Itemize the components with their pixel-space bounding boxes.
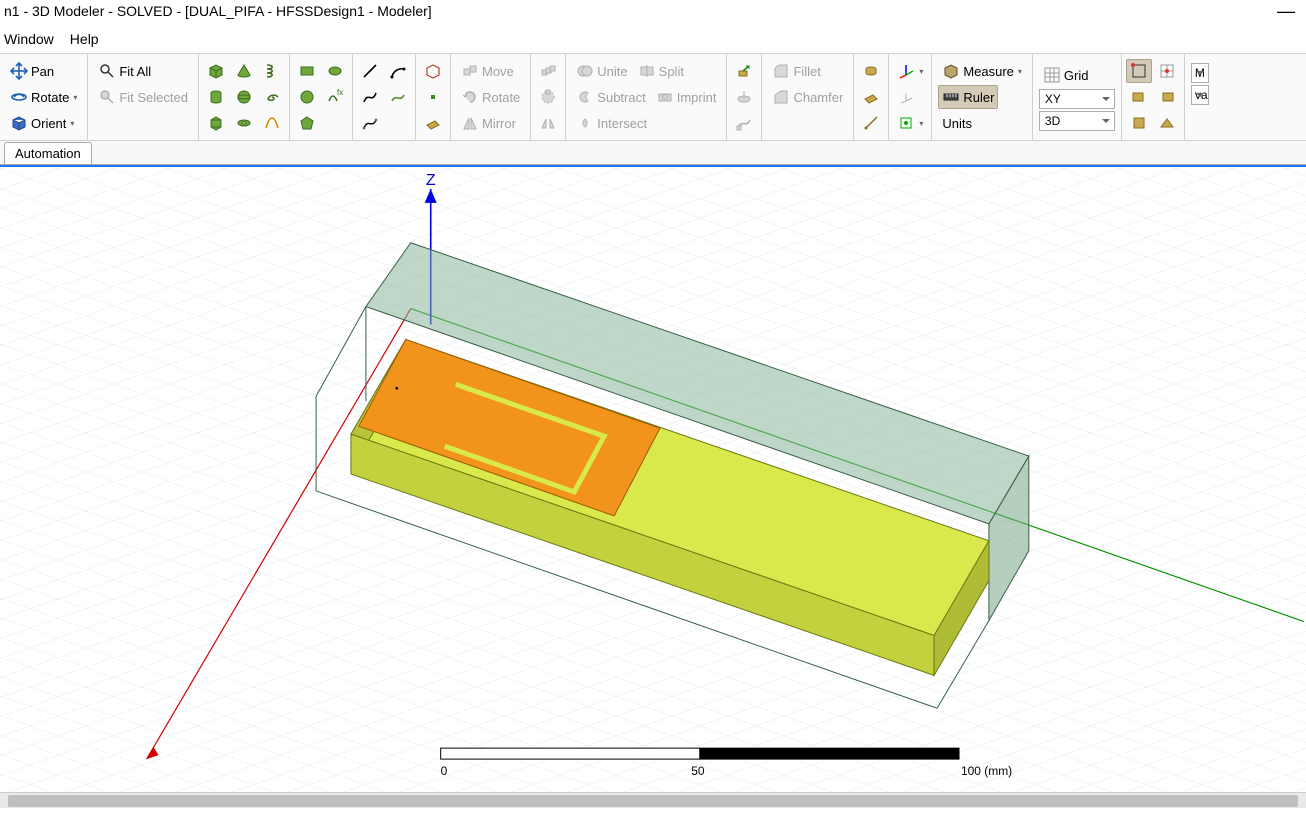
helix-icon[interactable] (259, 59, 285, 83)
duplicate-around-axis-icon[interactable] (535, 85, 561, 109)
sweep-along-vector-icon[interactable] (731, 59, 757, 83)
face-cs-icon[interactable]: ▾ (893, 111, 927, 135)
spiral-icon[interactable] (259, 85, 285, 109)
window-minimize-icon[interactable]: — (1266, 0, 1306, 25)
tab-bar: Automation (0, 141, 1306, 165)
equation-curve-icon[interactable]: fx (322, 85, 348, 109)
chamfer-icon (772, 88, 790, 106)
unite-icon (576, 62, 594, 80)
duplicate-along-line-icon[interactable] (535, 59, 561, 83)
mirror-icon (461, 114, 479, 132)
snap-center-icon[interactable] (1126, 111, 1152, 135)
snap-edge-icon[interactable] (1126, 85, 1152, 109)
svg-text:50: 50 (691, 764, 705, 778)
split-icon (638, 62, 656, 80)
cone-icon[interactable] (231, 59, 257, 83)
svg-text:100 (mm): 100 (mm) (961, 764, 1012, 778)
imprint-icon (656, 88, 674, 106)
polygon-icon[interactable] (294, 111, 320, 135)
fit-all-button[interactable]: Fit All (94, 59, 155, 83)
pan-button[interactable]: Pan (6, 59, 58, 83)
imprint-button[interactable]: Imprint (652, 85, 721, 109)
unite-button[interactable]: Unite (572, 59, 631, 83)
grid-icon (1043, 66, 1061, 84)
torus-icon[interactable] (231, 111, 257, 135)
measure-icon (942, 62, 960, 80)
rotate-cmd-icon (461, 88, 479, 106)
ruler-button[interactable]: Ruler (938, 85, 998, 109)
rotate-icon (10, 88, 28, 106)
chamfer-button[interactable]: Chamfer (768, 85, 847, 109)
snap-vertex-icon[interactable] (1126, 59, 1152, 83)
coordinate-system-icon[interactable]: ▾ (893, 59, 927, 83)
grid-button[interactable]: Grid (1039, 63, 1093, 87)
axis-z-label: Z (426, 172, 436, 189)
point-icon[interactable] (357, 111, 383, 135)
sweep-along-path-icon[interactable] (731, 111, 757, 135)
box-m[interactable]: M (1191, 63, 1209, 83)
fit-selected-button[interactable]: Fit Selected (94, 85, 192, 109)
fillet-icon (772, 62, 790, 80)
snap-face-icon[interactable] (1154, 85, 1180, 109)
split-button[interactable]: Split (634, 59, 688, 83)
orient-icon (10, 114, 28, 132)
measure-button[interactable]: Measure▾ (938, 59, 1026, 83)
sweep-around-axis-icon[interactable] (731, 85, 757, 109)
mirror-button[interactable]: Mirror (457, 111, 520, 135)
ellipse-icon[interactable] (322, 59, 348, 83)
intersect-icon (576, 114, 594, 132)
ruler-icon (942, 88, 960, 106)
subtract-button[interactable]: Subtract (572, 85, 649, 109)
plane-select[interactable]: XY (1039, 89, 1115, 109)
wrap-sheet-icon[interactable] (858, 85, 884, 109)
point-small-icon[interactable] (420, 85, 446, 109)
cylinder-icon[interactable] (203, 85, 229, 109)
scene-3d: Z 0 50 100 (mm) (0, 167, 1306, 792)
orient-button[interactable]: Orient▾ (6, 111, 78, 135)
equation-line-icon[interactable] (385, 85, 411, 109)
fit-all-icon (98, 62, 116, 80)
snap-grid-icon[interactable] (1154, 59, 1180, 83)
tab-automation[interactable]: Automation (4, 142, 92, 164)
intersect-button[interactable]: Intersect (572, 111, 651, 135)
svg-text:fx: fx (337, 88, 343, 97)
units-button[interactable]: Units (938, 111, 976, 135)
box-va[interactable]: va (1191, 85, 1209, 105)
move-icon (461, 62, 479, 80)
duplicate-mirror-icon[interactable] (535, 111, 561, 135)
spline-icon[interactable] (357, 85, 383, 109)
line-icon[interactable] (357, 59, 383, 83)
fillet-button[interactable]: Fillet (768, 59, 824, 83)
relative-cs-icon[interactable] (893, 85, 919, 109)
circle-icon[interactable] (294, 85, 320, 109)
move-button[interactable]: Move (457, 59, 518, 83)
menu-bar: Window Help (0, 25, 1306, 53)
plane-icon[interactable] (420, 111, 446, 135)
regular-polyhedron-icon[interactable] (203, 111, 229, 135)
sweep-icon[interactable] (420, 59, 446, 83)
scrollbar-thumb[interactable] (8, 795, 1298, 807)
menu-help[interactable]: Help (70, 31, 99, 47)
menu-window[interactable]: Window (4, 31, 54, 47)
rotate-cmd-button[interactable]: Rotate (457, 85, 524, 109)
create-3d-component-icon[interactable] (858, 111, 884, 135)
pan-icon (10, 62, 28, 80)
sphere-icon[interactable] (231, 85, 257, 109)
svg-text:0: 0 (441, 764, 448, 778)
space-select[interactable]: 3D (1039, 111, 1115, 131)
window-title: n1 - 3D Modeler - SOLVED - [DUAL_PIFA - … (4, 0, 432, 25)
box-icon[interactable] (203, 59, 229, 83)
arc-icon[interactable] (385, 59, 411, 83)
rotate-button[interactable]: Rotate▾ (6, 85, 81, 109)
horizontal-scrollbar[interactable] (0, 792, 1306, 808)
viewport-3d[interactable]: Z 0 50 100 (mm) (0, 165, 1306, 792)
bondwire-icon[interactable] (259, 111, 285, 135)
fit-selected-icon (98, 88, 116, 106)
thicken-sheet-icon[interactable] (858, 59, 884, 83)
subtract-icon (576, 88, 594, 106)
snap-axis-icon[interactable] (1154, 111, 1180, 135)
title-bar: n1 - 3D Modeler - SOLVED - [DUAL_PIFA - … (0, 0, 1306, 25)
toolbar: Pan Rotate▾ Orient▾ Fit All (0, 53, 1306, 141)
rectangle-icon[interactable] (294, 59, 320, 83)
